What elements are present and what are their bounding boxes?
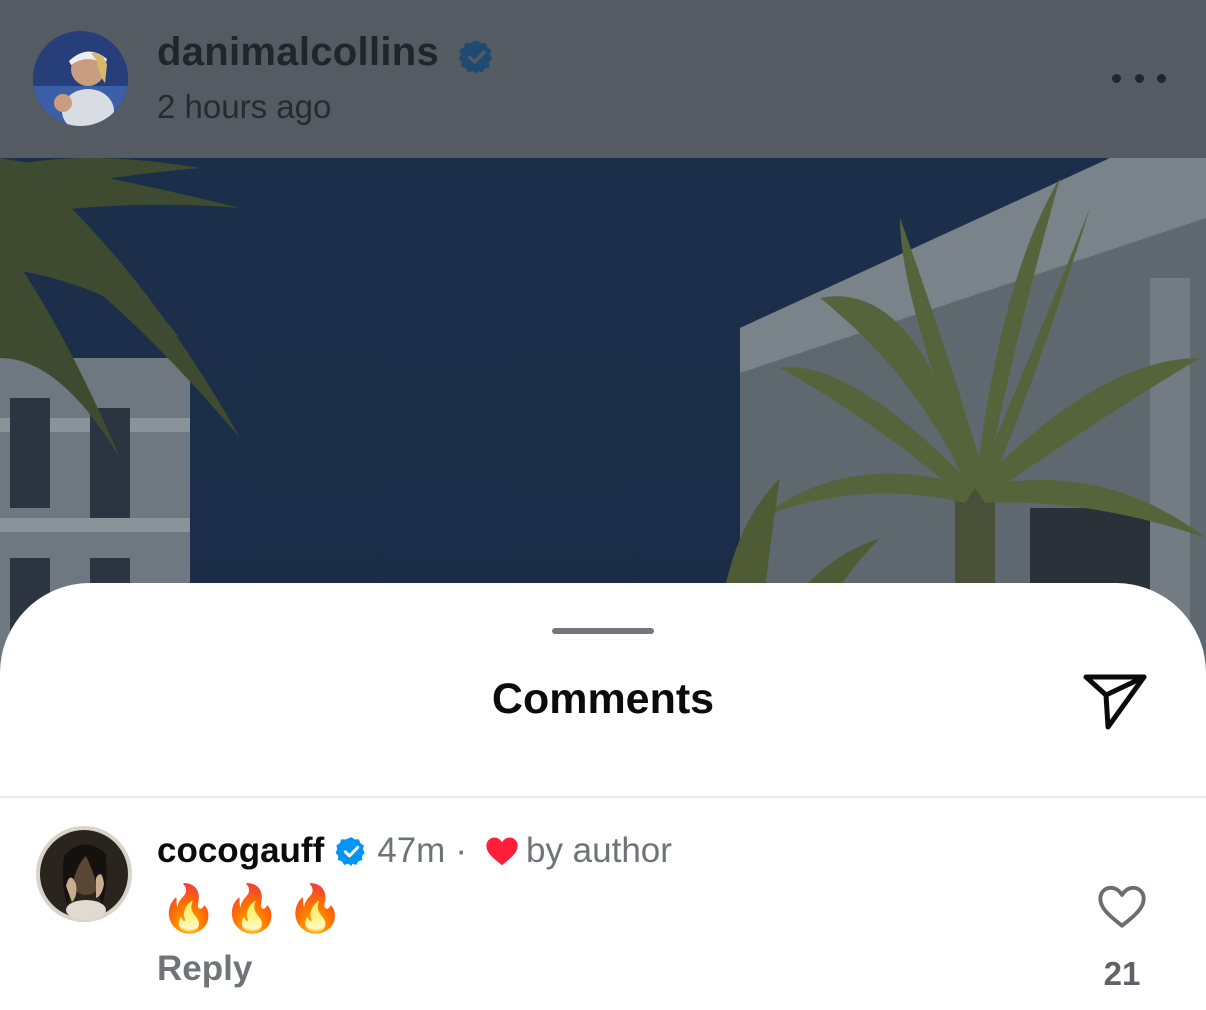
comments-sheet: Comments cocogauff 47m · by author 🔥🔥🔥 R…	[0, 583, 1206, 1010]
post-header: danimalcollins 2 hours ago	[0, 0, 1206, 158]
commenter-avatar[interactable]	[36, 826, 132, 922]
like-count: 21	[1103, 955, 1141, 992]
post-author-username[interactable]: danimalcollins	[157, 30, 439, 75]
heart-outline-icon[interactable]	[1096, 883, 1148, 929]
comments-title: Comments	[491, 675, 715, 723]
comment-text: 🔥🔥🔥	[160, 881, 350, 935]
drag-handle[interactable]	[552, 628, 654, 634]
commenter-username[interactable]: cocogauff	[157, 831, 324, 871]
send-icon[interactable]	[1080, 669, 1152, 733]
separator-dot: ·	[455, 831, 467, 870]
comment-time: 47m	[377, 831, 446, 870]
comment-header: cocogauff 47m · by author	[157, 829, 672, 873]
liked-by-author-label: by author	[525, 831, 672, 870]
divider	[0, 796, 1206, 798]
verified-badge-icon	[458, 38, 496, 76]
verified-badge-icon	[335, 835, 368, 868]
post-timestamp: 2 hours ago	[157, 88, 332, 125]
heart-filled-icon	[485, 836, 519, 866]
post-author-avatar[interactable]	[33, 31, 128, 126]
more-options-icon[interactable]	[1112, 60, 1166, 96]
reply-button[interactable]: Reply	[157, 949, 252, 989]
